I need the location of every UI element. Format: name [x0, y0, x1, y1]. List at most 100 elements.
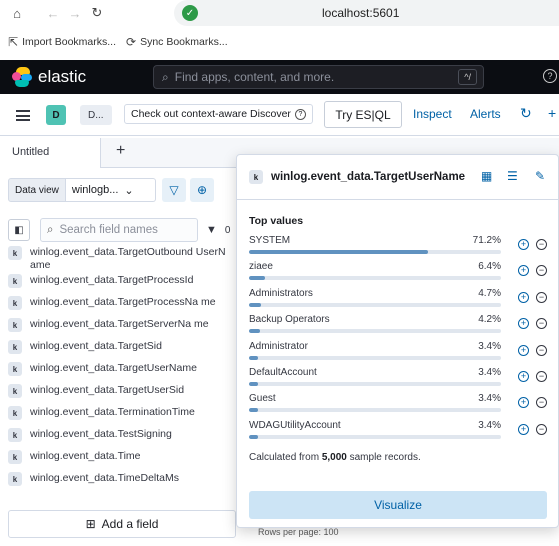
tab-untitled[interactable]: Untitled [0, 138, 100, 168]
top-value-bar [249, 355, 501, 360]
banner-text: Check out context-aware Discover [131, 108, 291, 120]
sync-bookmarks-item[interactable]: ⟳ Sync Bookmarks... [126, 35, 228, 49]
top-value-percent: 3.4% [478, 366, 501, 378]
top-value-label: Backup Operators [249, 314, 330, 326]
top-value-row: Guest 3.4% + − [249, 391, 549, 417]
add-field-button[interactable]: ⊞ Add a field [8, 510, 236, 538]
search-icon: ⌕ [162, 69, 169, 84]
breadcrumb[interactable]: D... [80, 105, 112, 125]
add-to-table-icon[interactable]: ▦ [481, 169, 492, 183]
visualize-button[interactable]: Visualize [249, 491, 547, 519]
top-value-row: Administrators 4.7% + − [249, 286, 549, 312]
filter-out-value-icon[interactable]: − [536, 344, 547, 356]
bookmarks-bar: ⇱ Import Bookmarks... ⟳ Sync Bookmarks..… [0, 30, 559, 54]
top-value-percent: 3.4% [478, 393, 501, 405]
field-list-item[interactable]: k winlog.event_data.TargetOutbound UserNa… [0, 244, 236, 272]
top-value-row: Administrator 3.4% + − [249, 339, 549, 365]
help-icon[interactable]: ? [543, 69, 557, 83]
sample-note-suffix: sample records. [349, 452, 421, 463]
field-list-item[interactable]: k winlog.event_data.TargetProcessNa me [0, 294, 236, 316]
field-name: winlog.event_data.Time [30, 450, 141, 462]
try-esql-button[interactable]: Try ES|QL [324, 101, 402, 128]
filter-out-value-icon[interactable]: − [536, 318, 547, 330]
reload-icon[interactable]: ↻ [86, 2, 108, 24]
top-value-percent: 6.4% [478, 261, 501, 273]
field-list-item[interactable]: k winlog.event_data.TimeDeltaMs [0, 470, 236, 492]
filter-out-value-icon[interactable]: − [536, 265, 547, 277]
forward-icon[interactable]: → [64, 2, 86, 24]
filter-for-value-icon[interactable]: + [518, 423, 529, 435]
sidebar-toggle-icon[interactable]: ◧ [8, 219, 30, 241]
rows-per-page[interactable]: Rows per page: 100 [258, 527, 339, 537]
top-value-row: ziaee 6.4% + − [249, 259, 549, 285]
field-list-item[interactable]: k winlog.event_data.TargetUserSid [0, 382, 236, 404]
filter-for-value-icon[interactable]: + [518, 239, 529, 250]
browser-toolbar: ⌂ ← → ↻ ✓ localhost:5601 [0, 0, 559, 26]
field-list-item[interactable]: k winlog.event_data.Time [0, 448, 236, 470]
address-bar[interactable]: ✓ localhost:5601 [174, 0, 559, 26]
filter-for-value-icon[interactable]: + [518, 397, 529, 409]
top-value-label: Administrator [249, 340, 308, 352]
data-view-select[interactable]: winlogb... ⌄ [65, 178, 156, 202]
filter-for-value-icon[interactable]: + [518, 318, 529, 330]
top-value-bar [249, 381, 501, 386]
field-filter-icon[interactable]: ▼ [206, 224, 217, 236]
alerts-link[interactable]: Alerts [470, 107, 501, 121]
field-name: winlog.event_data.TargetUserName [30, 362, 197, 374]
top-value-percent: 3.4% [478, 340, 501, 352]
filter-out-value-icon[interactable]: − [536, 423, 547, 435]
home-icon[interactable]: ⌂ [6, 2, 28, 24]
filter-funnel-icon[interactable]: ▽ [162, 178, 186, 202]
refresh-icon[interactable]: ↻ [520, 105, 532, 122]
data-view-label: Data view [8, 178, 66, 202]
filter-for-value-icon[interactable]: + [518, 370, 529, 382]
field-list-item[interactable]: k winlog.event_data.TargetUserName [0, 360, 236, 382]
edit-icon[interactable]: ✎ [535, 169, 545, 183]
filter-for-value-icon[interactable]: + [518, 265, 529, 277]
filter-for-value-icon[interactable]: + [518, 344, 529, 356]
keyword-type-icon: k [8, 406, 22, 420]
top-value-bar-fill [249, 250, 429, 254]
filter-out-value-icon[interactable]: − [536, 291, 547, 303]
filter-icon[interactable]: ☰ [507, 169, 518, 183]
keyword-type-icon: k [8, 246, 22, 260]
top-value-row: WDAGUtilityAccount 3.4% + − [249, 418, 549, 444]
top-value-bar [249, 302, 501, 307]
top-value-label: SYSTEM [249, 235, 291, 246]
back-icon[interactable]: ← [42, 2, 64, 24]
add-icon[interactable]: + [548, 105, 556, 121]
inspect-link[interactable]: Inspect [413, 107, 452, 121]
add-filter-icon[interactable]: ⊕ [190, 178, 214, 202]
divider [237, 199, 558, 200]
field-list-item[interactable]: k winlog.event_data.TargetServerNa me [0, 316, 236, 338]
add-tab-icon[interactable]: + [116, 142, 125, 160]
filter-out-value-icon[interactable]: − [536, 397, 547, 409]
context-aware-discover-banner[interactable]: Check out context-aware Discover ? [124, 104, 313, 124]
top-value-percent: 4.2% [478, 314, 501, 326]
field-list-item[interactable]: k winlog.event_data.TerminationTime [0, 404, 236, 426]
top-value-label: Administrators [249, 287, 313, 299]
field-name: winlog.event_data.TargetOutbound UserNam… [30, 246, 226, 271]
menu-icon[interactable] [16, 110, 30, 121]
filter-out-value-icon[interactable]: − [536, 370, 547, 382]
sample-note: Calculated from 5,000 sample records. [249, 452, 421, 463]
field-name: winlog.event_data.TestSigning [30, 428, 172, 440]
top-value-label: Guest [249, 393, 276, 405]
filter-for-value-icon[interactable]: + [518, 291, 529, 303]
elastic-logo[interactable]: elastic [12, 67, 86, 87]
top-value-label: ziaee [249, 261, 273, 273]
app-toolbar: D D... Check out context-aware Discover … [0, 96, 559, 136]
filter-out-value-icon[interactable]: − [536, 239, 547, 250]
top-value-bar [249, 329, 501, 334]
data-view-picker[interactable]: Data view winlogb... ⌄ [8, 178, 156, 202]
field-search-input[interactable]: ⌕ Search field names [40, 218, 198, 242]
import-bookmarks-item[interactable]: ⇱ Import Bookmarks... [8, 35, 116, 49]
field-list-item[interactable]: k winlog.event_data.TargetProcessId [0, 272, 236, 294]
popover-field-name: winlog.event_data.TargetUserName [271, 171, 466, 183]
space-avatar[interactable]: D [46, 105, 66, 125]
field-list-item[interactable]: k winlog.event_data.TargetSid [0, 338, 236, 360]
global-search-input[interactable]: ⌕ Find apps, content, and more. ^/ [153, 65, 484, 89]
field-list-item[interactable]: k winlog.event_data.TestSigning [0, 426, 236, 448]
field-search-row: ◧ ⌕ Search field names ▼ 0 [8, 218, 230, 242]
keyword-type-icon: k [8, 296, 22, 310]
